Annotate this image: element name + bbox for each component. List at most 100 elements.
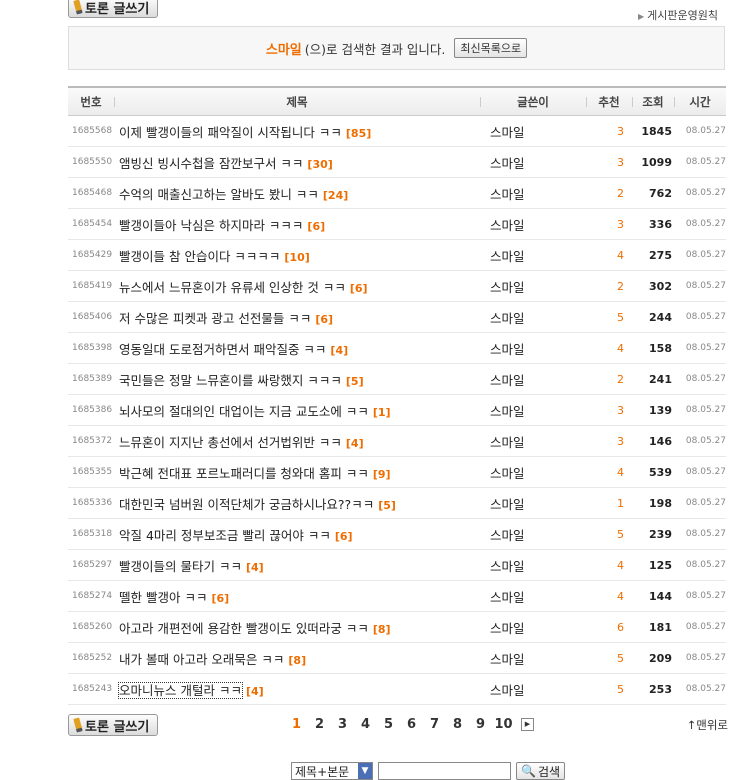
table-row: 1685260 아고라 개편전에 용감한 빨갱이도 있떠라궁 ㅋㅋ [8] 스마일 6 1…	[68, 612, 726, 643]
post-title-cell: 저 수많은 피켓과 광고 선전물들 ㅋㅋ [6]	[114, 308, 480, 327]
post-title-link[interactable]: 대한민국 넘버원 이적단체가 궁금하시나요??ㅋㅋ	[119, 497, 374, 512]
post-title-cell: 빨갱이들 참 안습이다 ㅋㅋㅋㅋ [10]	[114, 246, 480, 265]
post-writer[interactable]: 스마일	[480, 494, 586, 513]
post-recommend: 4	[617, 248, 624, 262]
board-rules-link[interactable]: ▶ 게시판운영원칙	[638, 7, 718, 23]
post-writer[interactable]: 스마일	[480, 370, 586, 389]
back-to-top-link[interactable]: ↑맨위로	[687, 717, 728, 733]
post-title-link[interactable]: 박근혜 전대표 포르노패러디를 청와대 홈피 ㅋㅋ	[119, 466, 369, 481]
post-writer[interactable]: 스마일	[480, 649, 586, 668]
post-title-link[interactable]: 앰빙신 빙시수첩을 잠깐보구서 ㅋㅋ	[119, 156, 303, 171]
post-title-link[interactable]: 이제 빨갱이들의 패악질이 시작됩니다 ㅋㅋ	[119, 125, 342, 140]
post-views: 139	[649, 403, 672, 417]
post-writer[interactable]: 스마일	[480, 680, 586, 699]
post-recommend: 5	[617, 651, 624, 665]
post-writer[interactable]: 스마일	[480, 401, 586, 420]
comment-count: [5]	[378, 498, 396, 512]
post-title-link[interactable]: 영동일대 도로점거하면서 패악질중 ㅋㅋ	[119, 342, 326, 357]
post-title-link[interactable]: 빨갱이들 참 안습이다 ㅋㅋㅋㅋ	[119, 249, 280, 264]
pencil-icon	[73, 717, 83, 733]
post-views: 302	[649, 279, 672, 293]
next-page-icon[interactable]: ▶	[521, 718, 534, 731]
post-recommend: 3	[617, 403, 624, 417]
page-link[interactable]: 10	[492, 717, 515, 732]
post-number: 1685243	[72, 684, 113, 694]
post-title-link[interactable]: 수억의 매출신고하는 알바도 봤니 ㅋㅋ	[119, 187, 319, 202]
page-link[interactable]: 4	[354, 717, 377, 732]
page-link[interactable]: 3	[331, 717, 354, 732]
post-number: 1685406	[72, 312, 113, 322]
page-link[interactable]: 9	[469, 717, 492, 732]
comment-count: [6]	[211, 591, 230, 605]
post-recommend: 5	[617, 682, 624, 696]
post-title-cell: 박근혜 전대표 포르노패러디를 청와대 홈피 ㅋㅋ [9]	[114, 463, 480, 482]
post-title-link[interactable]: 아고라 개편전에 용감한 빨갱이도 있떠라궁 ㅋㅋ	[119, 621, 369, 636]
post-title-link[interactable]: 빨갱이들의 물타기 ㅋㅋ	[119, 559, 242, 574]
post-recommend: 4	[617, 465, 624, 479]
page-link[interactable]: 5	[377, 717, 400, 732]
comment-count: [4]	[245, 684, 264, 698]
comment-count: [4]	[345, 436, 364, 450]
post-title-cell: 대한민국 넘버원 이적단체가 궁금하시나요??ㅋㅋ [5]	[114, 494, 480, 513]
post-recommend: 3	[617, 124, 624, 138]
post-number: 1685568	[72, 126, 113, 136]
latest-list-button[interactable]: 최신목록으로	[454, 38, 528, 58]
post-title-cell: 악질 4마리 정부보조금 빨리 끊어야 ㅋㅋ [6]	[114, 525, 480, 544]
post-writer[interactable]: 스마일	[480, 308, 586, 327]
page-link[interactable]: 6	[400, 717, 423, 732]
post-title-link[interactable]: 뉴스에서 느뮤혼이가 유류세 인상한 것 ㅋㅋ	[119, 280, 346, 295]
comment-count: [6]	[334, 529, 353, 543]
post-recommend: 3	[617, 217, 624, 231]
post-title-link[interactable]: 오마니뉴스 개털라 ㅋㅋ	[118, 681, 243, 699]
post-title-link[interactable]: 뗄한 빨갱아 ㅋㅋ	[119, 590, 207, 605]
page-link[interactable]: 8	[446, 717, 469, 732]
post-title-cell: 영동일대 도로점거하면서 패악질중 ㅋㅋ [4]	[114, 339, 480, 358]
post-number: 1685336	[72, 498, 113, 508]
post-number: 1685398	[72, 343, 113, 353]
post-time: 08.05.27	[685, 405, 726, 415]
post-recommend: 5	[617, 527, 624, 541]
post-views: 241	[649, 372, 672, 386]
write-button-top[interactable]: 토론 글쓰기	[68, 0, 159, 18]
post-time: 08.05.27	[685, 653, 726, 663]
post-writer[interactable]: 스마일	[480, 184, 586, 203]
post-number: 1685260	[72, 622, 113, 632]
post-writer[interactable]: 스마일	[480, 618, 586, 637]
write-button-bottom[interactable]: 토론 글쓰기	[68, 714, 159, 736]
post-writer[interactable]: 스마일	[480, 556, 586, 575]
post-writer[interactable]: 스마일	[480, 215, 586, 234]
post-writer[interactable]: 스마일	[480, 587, 586, 606]
table-row: 1685318 악질 4마리 정부보조금 빨리 끊어야 ㅋㅋ [6] 스마일 5 239 0…	[68, 519, 726, 550]
search-input[interactable]	[378, 762, 511, 780]
post-time: 08.05.27	[685, 622, 726, 632]
post-title-cell: 뇌사모의 절대의인 대업이는 지금 교도소에 ㅋㅋ [1]	[114, 401, 480, 420]
search-result-text: (으)로 검색한 결과 입니다.	[304, 41, 446, 57]
page-link[interactable]: 1	[285, 717, 308, 732]
post-writer[interactable]: 스마일	[480, 153, 586, 172]
post-views: 146	[649, 434, 672, 448]
search-scope-select[interactable]: 제목+본문 ▼	[291, 762, 373, 780]
post-title-link[interactable]: 빨갱이들아 낙심은 하지마라 ㅋㅋㅋ	[119, 218, 303, 233]
post-views: 181	[649, 620, 672, 634]
post-writer[interactable]: 스마일	[480, 463, 586, 482]
post-number: 1685252	[72, 653, 113, 663]
table-row: 1685398 영동일대 도로점거하면서 패악질중 ㅋㅋ [4] 스마일 4 158 08.…	[68, 333, 726, 364]
post-writer[interactable]: 스마일	[480, 277, 586, 296]
page-link[interactable]: 2	[308, 717, 331, 732]
page-link[interactable]: 7	[423, 717, 446, 732]
post-number: 1685550	[72, 157, 113, 167]
post-writer[interactable]: 스마일	[480, 432, 586, 451]
post-writer[interactable]: 스마일	[480, 339, 586, 358]
post-title-link[interactable]: 국민들은 정말 느뮤혼이를 싸랑했지 ㅋㅋㅋ	[119, 373, 342, 388]
post-writer[interactable]: 스마일	[480, 246, 586, 265]
post-title-cell: 아고라 개편전에 용감한 빨갱이도 있떠라궁 ㅋㅋ [8]	[114, 618, 480, 637]
post-title-link[interactable]: 저 수많은 피켓과 광고 선전물들 ㅋㅋ	[119, 311, 311, 326]
post-title-link[interactable]: 악질 4마리 정부보조금 빨리 끊어야 ㅋㅋ	[119, 528, 331, 543]
post-writer[interactable]: 스마일	[480, 122, 586, 141]
post-writer[interactable]: 스마일	[480, 525, 586, 544]
search-button[interactable]: 🔍 검색	[516, 762, 566, 780]
post-title-link[interactable]: 느뮤혼이 지지난 총선에서 선거법위반 ㅋㅋ	[119, 435, 342, 450]
table-row: 1685454 빨갱이들아 낙심은 하지마라 ㅋㅋㅋ [6] 스마일 3 336 08.05…	[68, 209, 726, 240]
post-title-link[interactable]: 뇌사모의 절대의인 대업이는 지금 교도소에 ㅋㅋ	[119, 404, 369, 419]
post-title-link[interactable]: 내가 볼때 아고라 오래묵은 ㅋㅋ	[119, 652, 284, 667]
